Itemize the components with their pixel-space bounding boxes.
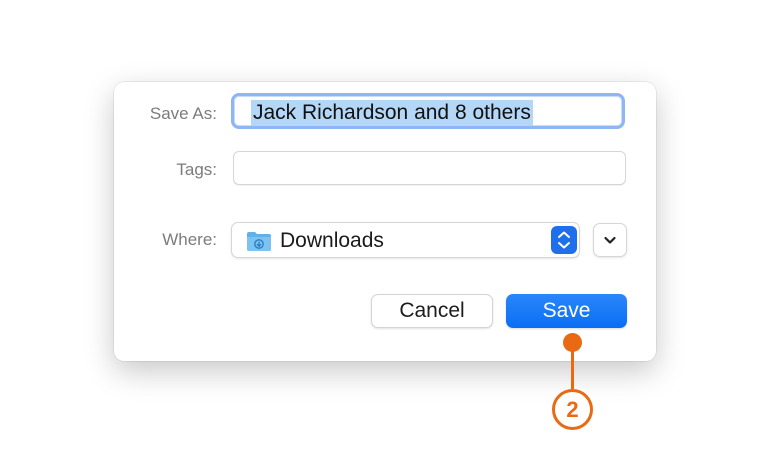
- stage: Save As: Jack Richardson and 8 others Ta…: [0, 0, 770, 468]
- tags-label: Tags:: [176, 160, 217, 179]
- callout-dot: [563, 333, 582, 352]
- save-as-field[interactable]: Jack Richardson and 8 others: [231, 93, 625, 129]
- where-location-value: Downloads: [280, 229, 384, 252]
- expand-dialog-button[interactable]: [593, 223, 627, 257]
- save-button[interactable]: Save: [506, 294, 627, 328]
- updown-chevron-icon[interactable]: [551, 226, 577, 254]
- where-location-select[interactable]: Downloads: [231, 222, 580, 258]
- callout-number-badge: 2: [552, 389, 593, 430]
- tags-field[interactable]: [233, 151, 626, 185]
- save-as-value[interactable]: Jack Richardson and 8 others: [251, 100, 533, 126]
- chevron-down-icon: [604, 236, 616, 244]
- downloads-folder-icon: [247, 232, 271, 251]
- where-label: Where:: [162, 230, 217, 249]
- cancel-button[interactable]: Cancel: [371, 294, 493, 328]
- save-as-label: Save As:: [149, 104, 217, 123]
